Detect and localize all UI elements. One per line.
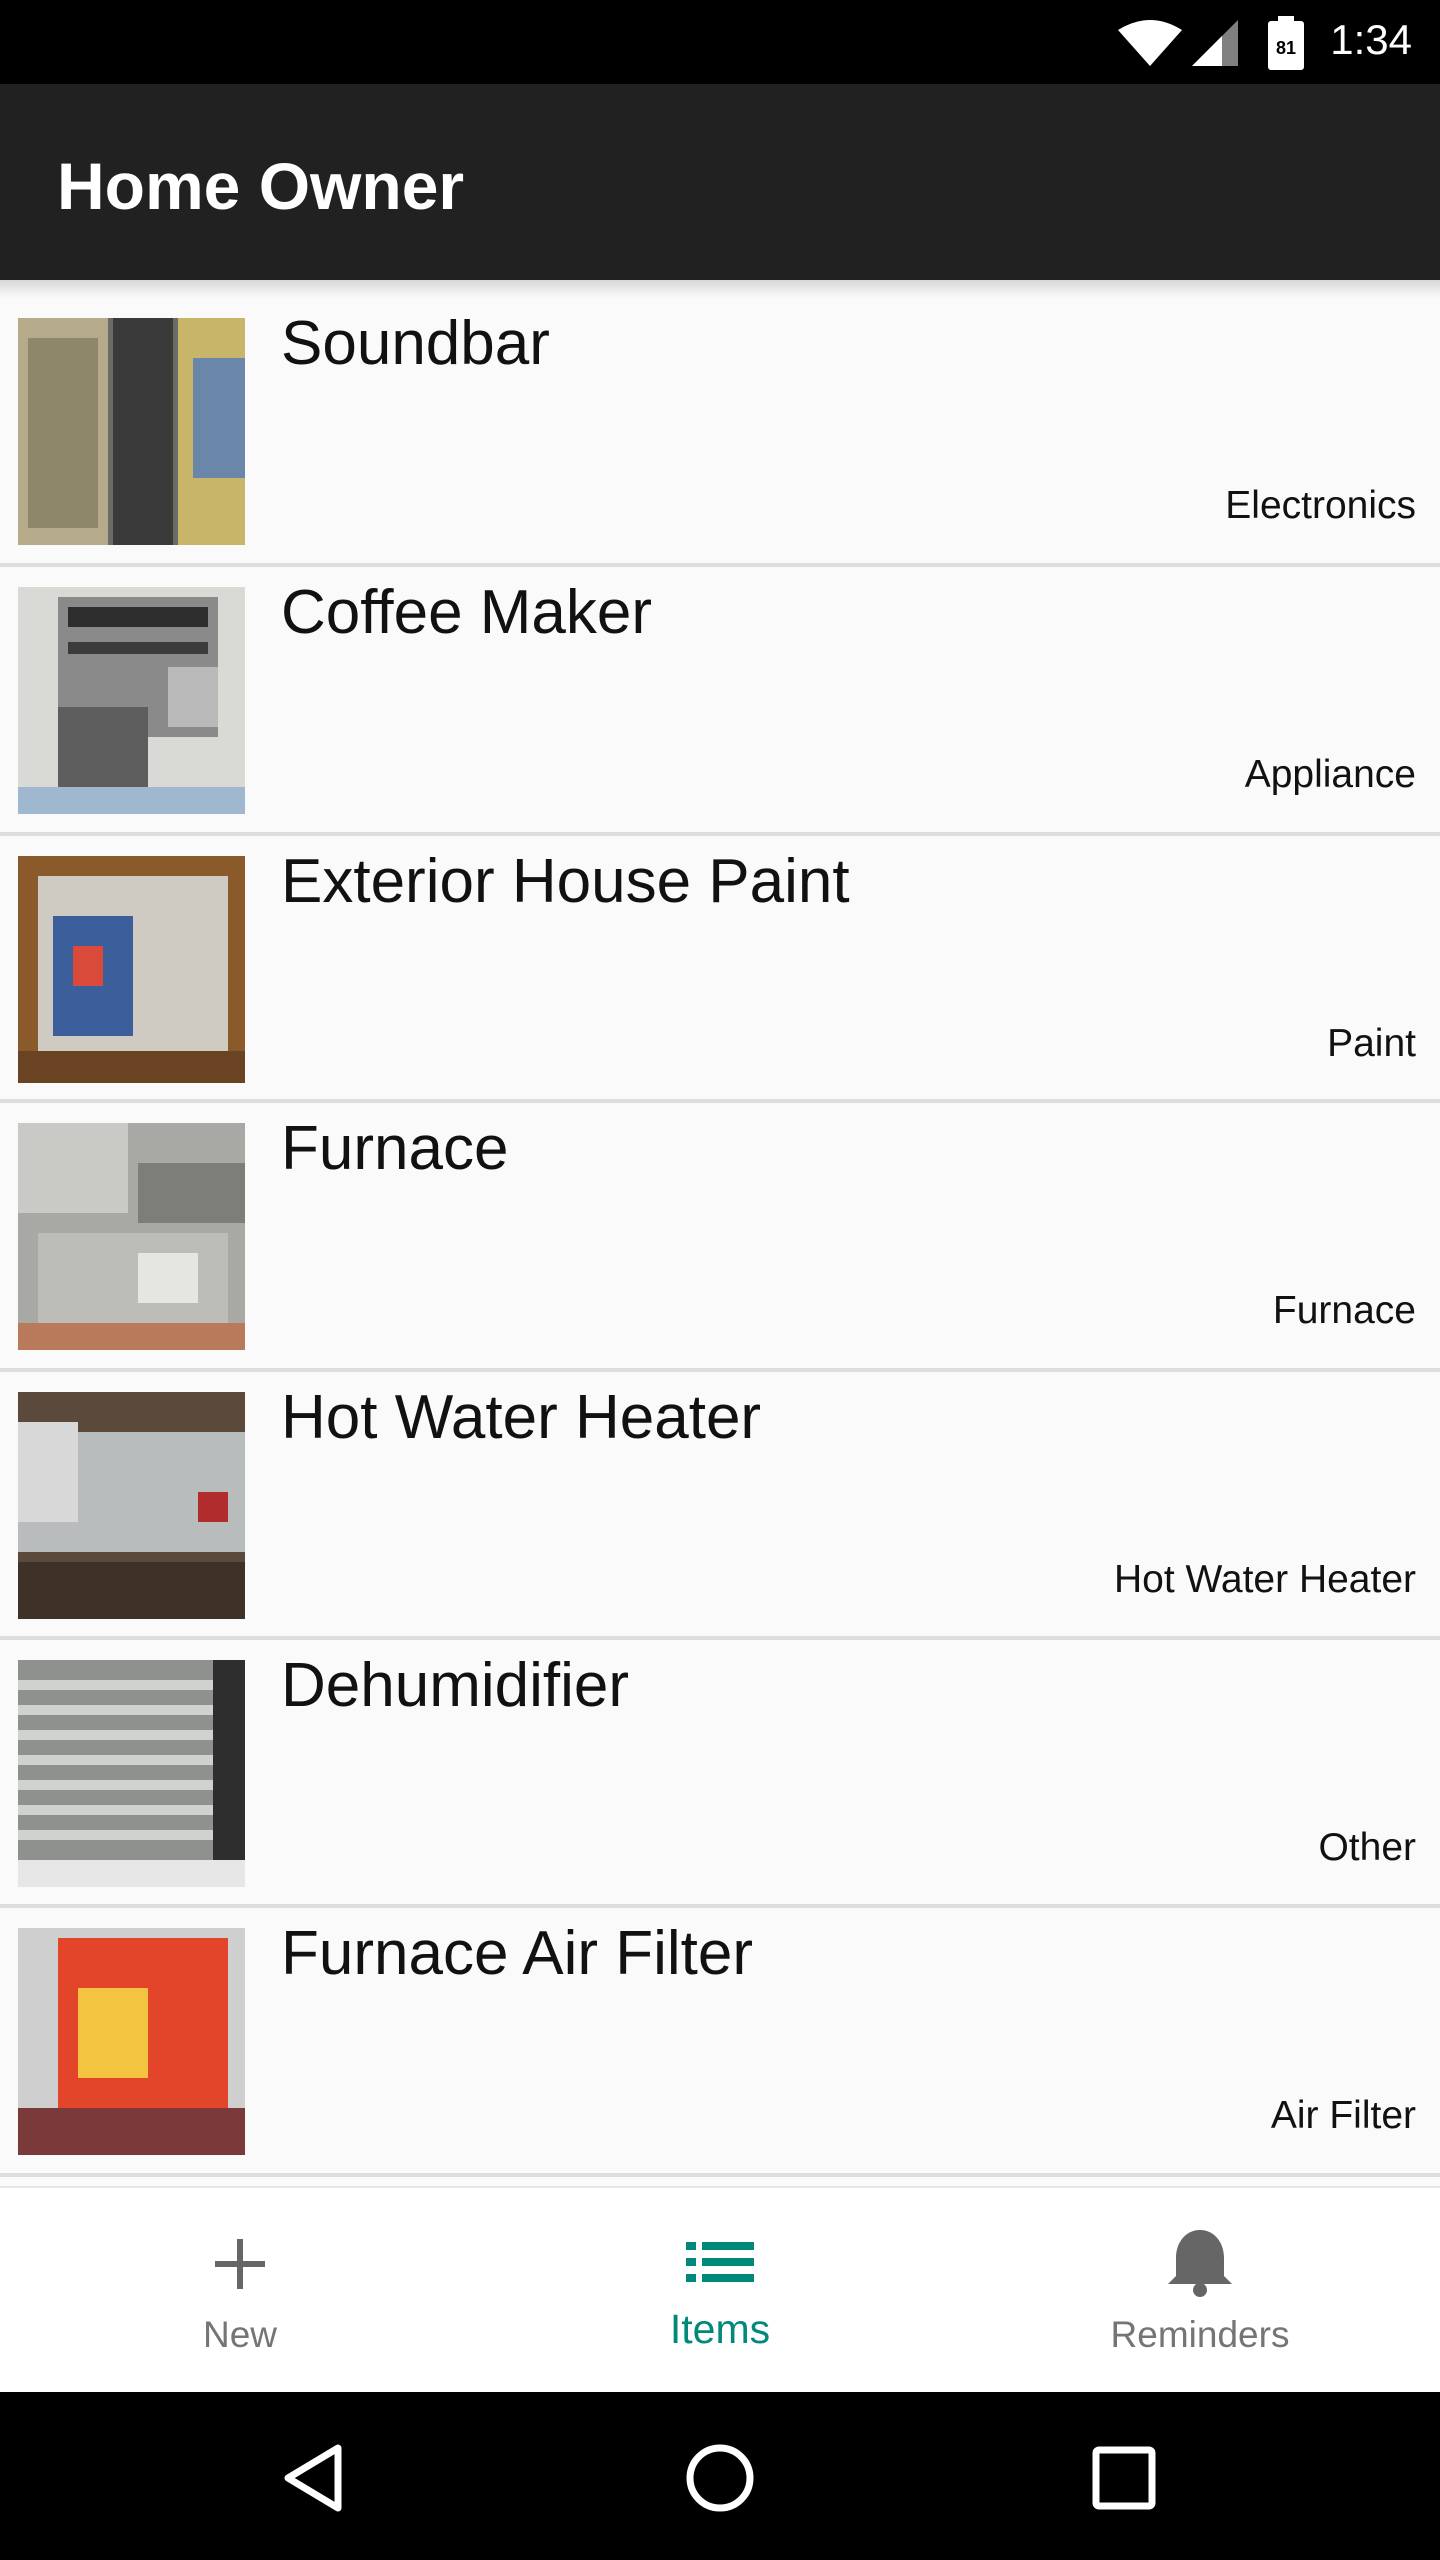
paint-can-photo-icon	[18, 856, 245, 1083]
battery-level: 81	[1276, 38, 1296, 58]
app-bar: Home Owner	[0, 84, 1440, 280]
nav-reminders[interactable]: Reminders	[960, 2188, 1440, 2394]
wifi-icon	[1118, 20, 1182, 66]
nav-new[interactable]: New	[0, 2188, 480, 2394]
item-name: Dehumidifier	[281, 1651, 630, 1720]
list-item[interactable]: Soundbar Electronics	[0, 298, 1440, 565]
coffee-maker-photo-icon	[18, 587, 245, 814]
air-filter-photo-icon	[18, 1928, 245, 2155]
list-item[interactable]: Furnace Air Filter Air Filter	[0, 1908, 1440, 2175]
home-icon[interactable]	[670, 2428, 770, 2528]
plus-icon	[215, 2239, 265, 2289]
bell-icon	[1168, 2230, 1232, 2297]
item-category: Hot Water Heater	[1114, 1558, 1416, 1601]
soundbar-photo-icon	[18, 318, 245, 545]
list-icon	[686, 2242, 754, 2282]
list-item[interactable]: Coffee Maker Appliance	[0, 567, 1440, 834]
item-category: Appliance	[1244, 753, 1416, 796]
cell-signal-icon	[1192, 20, 1238, 66]
list-item[interactable]: Furnace Furnace	[0, 1103, 1440, 1370]
item-name: Furnace Air Filter	[281, 1919, 754, 1988]
dehumidifier-photo-icon	[18, 1660, 245, 1887]
back-icon[interactable]	[266, 2428, 366, 2528]
nav-items-label: Items	[669, 2306, 771, 2352]
items-list[interactable]: Soundbar Electronics Coffee Maker Applia…	[0, 298, 1440, 2186]
furnace-photo-icon	[18, 1123, 245, 1350]
bottom-navigation: New Items Reminders	[0, 2186, 1440, 2392]
item-category: Furnace	[1272, 1289, 1416, 1332]
battery-icon: 81	[1268, 16, 1304, 70]
item-name: Hot Water Heater	[281, 1383, 762, 1452]
status-bar: 81 1:34	[0, 0, 1440, 84]
app-title: Home Owner	[57, 149, 465, 223]
list-item[interactable]: Dehumidifier Other	[0, 1640, 1440, 1907]
item-name: Exterior House Paint	[281, 847, 850, 916]
item-category: Paint	[1327, 1022, 1416, 1065]
system-navigation-bar	[0, 2392, 1440, 2560]
app-bar-shadow	[0, 280, 1440, 298]
item-category: Air Filter	[1270, 2094, 1416, 2137]
clock: 1:34	[1330, 16, 1412, 63]
recents-icon[interactable]	[1074, 2428, 1174, 2528]
item-category: Other	[1318, 1826, 1416, 1869]
water-heater-photo-icon	[18, 1392, 245, 1619]
item-category: Electronics	[1225, 484, 1416, 527]
divider	[0, 2173, 1440, 2177]
item-name: Soundbar	[281, 309, 550, 378]
nav-items[interactable]: Items	[480, 2188, 960, 2394]
nav-new-label: New	[202, 2314, 278, 2355]
list-item[interactable]: Hot Water Heater Hot Water Heater	[0, 1372, 1440, 1639]
nav-reminders-label: Reminders	[1110, 2314, 1290, 2355]
item-name: Furnace	[281, 1114, 509, 1183]
item-name: Coffee Maker	[281, 578, 653, 647]
list-item[interactable]: Exterior House Paint Paint	[0, 836, 1440, 1103]
